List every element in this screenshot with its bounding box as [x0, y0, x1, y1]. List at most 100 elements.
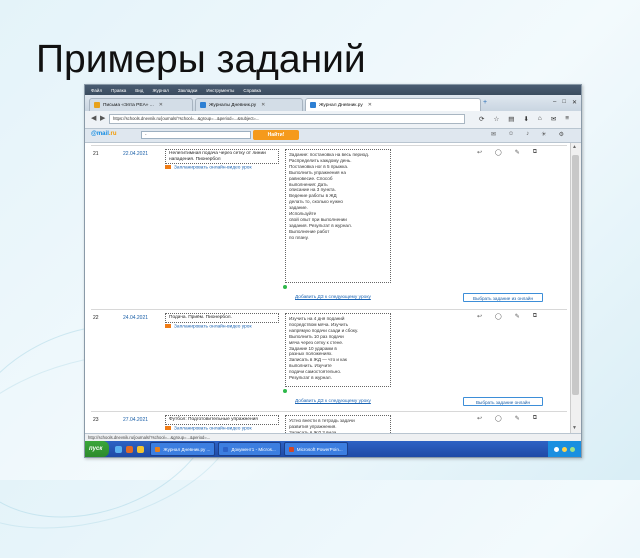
scroll-down-icon[interactable]: ▼	[572, 425, 577, 431]
window-close-icon[interactable]: ✕	[572, 99, 577, 106]
video-camera-icon	[165, 165, 171, 169]
mailru-search-button[interactable]: Найти!	[253, 130, 299, 140]
window-controls: – □ ✕	[553, 99, 577, 106]
menu-bookmarks[interactable]: Закладки	[178, 88, 197, 93]
menu-history[interactable]: Журнал	[152, 88, 168, 93]
reply-icon[interactable]: ↩	[477, 149, 482, 156]
mailru-search-input[interactable]: -	[141, 131, 251, 139]
menu-edit[interactable]: Правка	[111, 88, 126, 93]
tab-journals[interactable]: Журналы Дневник.ру ✕	[195, 98, 303, 111]
reply-icon[interactable]: ↩	[477, 313, 482, 320]
mailru-toolbar-icons: ✉ ☺ ♪ ☀ ⚙	[491, 131, 564, 138]
windows-taskbar: пуск Журнал Дневник.ру ... Документ1 - M…	[85, 441, 581, 457]
toolbar-icons: ⟳ ☆ ▤ ⬇ ⌂ ✉ ≡	[479, 115, 569, 123]
edit-icon[interactable]: ✎	[515, 149, 520, 156]
mailru-logo[interactable]: @mail.ru	[91, 131, 117, 137]
reply-icon[interactable]: ↩	[477, 415, 482, 422]
menu-help[interactable]: Справка	[243, 88, 261, 93]
schedule-video-link[interactable]: Запланировать онлайн-видео урок	[165, 165, 285, 171]
powerpoint-icon	[288, 446, 294, 452]
mailru-toolbar: @mail.ru - Найти! ✉ ☺ ♪ ☀ ⚙	[85, 129, 581, 143]
close-icon[interactable]: ✕	[368, 103, 372, 108]
minimize-icon[interactable]: –	[553, 99, 556, 106]
homework-text[interactable]: Задание: постановка на весь период. Расп…	[285, 149, 391, 283]
taskbar-item-word[interactable]: Документ1 - Micros...	[218, 442, 281, 456]
forward-arrow-icon[interactable]: ▶	[100, 114, 105, 122]
reader-icon[interactable]: ▤	[508, 115, 514, 123]
scroll-up-icon[interactable]: ▲	[572, 144, 577, 150]
people-icon[interactable]: ☺	[508, 131, 514, 138]
slide-title: Примеры заданий	[36, 38, 366, 81]
lesson-topic[interactable]: Футбол: Подготовительные упражнения	[165, 415, 279, 425]
menu-icon[interactable]: ≡	[565, 115, 569, 123]
weather-icon[interactable]: ☀	[541, 131, 546, 138]
taskbar-item-browser[interactable]: Журнал Дневник.ру ...	[150, 442, 216, 456]
tab-mail[interactable]: Письма «Эпта РЕА» ... ✕	[89, 98, 193, 111]
mail-icon	[94, 102, 100, 108]
lesson-date[interactable]: 27.04.2021	[123, 417, 148, 423]
row-action-icons: ↩ ◯ ✎ ⧉	[477, 149, 537, 156]
edit-icon[interactable]: ✎	[515, 313, 520, 320]
page-icon	[200, 102, 206, 108]
attach-icon[interactable]: ⧉	[533, 313, 537, 320]
choose-task-button[interactable]: Выбрать задание онлайн	[463, 397, 543, 406]
add-homework-link[interactable]: Добавить ДЗ к следующему уроку	[295, 295, 371, 300]
chat-icon[interactable]: ◯	[495, 313, 502, 320]
lesson-date[interactable]: 22.04.2021	[123, 151, 148, 157]
taskbar-item-powerpoint[interactable]: Microsoft PowerPoin...	[283, 442, 348, 456]
menu-tools[interactable]: Инструменты	[206, 88, 234, 93]
browser-icon[interactable]	[126, 445, 134, 453]
schedule-video-link[interactable]: Запланировать онлайн-видео урок	[165, 426, 285, 432]
maximize-icon[interactable]: □	[562, 99, 566, 106]
row-divider	[91, 309, 567, 310]
attach-icon[interactable]: ⧉	[533, 415, 537, 422]
settings-icon[interactable]: ⚙	[559, 131, 564, 138]
row-divider	[91, 411, 567, 412]
tab-journal-active[interactable]: Журнал Дневник.ру ✕	[305, 98, 481, 111]
desktop-icon[interactable]	[115, 445, 123, 453]
scroll-thumb[interactable]	[572, 155, 579, 395]
back-arrow-icon[interactable]: ◀	[91, 114, 96, 122]
new-tab-icon[interactable]: +	[483, 99, 487, 106]
firefox-icon	[155, 446, 161, 452]
browser-screenshot: Файл Правка Вид Журнал Закладки Инструме…	[84, 84, 582, 458]
letter-icon[interactable]: ✉	[491, 131, 496, 138]
word-icon	[223, 446, 229, 452]
star-icon[interactable]: ☆	[493, 115, 499, 123]
tray-icon[interactable]	[554, 446, 559, 452]
close-icon[interactable]: ✕	[261, 103, 265, 108]
tray-icon[interactable]	[570, 446, 575, 452]
status-dot	[283, 389, 287, 393]
folder-icon[interactable]	[137, 445, 145, 453]
edit-icon[interactable]: ✎	[515, 415, 520, 422]
homework-text[interactable]: Изучить на 4 дня поданий посредством мяч…	[285, 313, 391, 387]
schedule-video-link[interactable]: Запланировать онлайн-видео урок	[165, 324, 285, 330]
add-homework-link[interactable]: Добавить ДЗ к следующему уроку	[295, 399, 371, 404]
lesson-date[interactable]: 24.04.2021	[123, 315, 148, 321]
tab-label: Журнал Дневник.ру	[319, 102, 363, 108]
vertical-scrollbar[interactable]: ▲ ▼	[570, 143, 581, 441]
chat-icon[interactable]: ◯	[495, 415, 502, 422]
download-icon[interactable]: ⬇	[523, 115, 528, 123]
lesson-number: 23	[93, 417, 99, 423]
choose-task-button[interactable]: Выбрать задание из онлайн	[463, 293, 543, 302]
chat-icon[interactable]: ✉	[551, 115, 556, 123]
tray-icon[interactable]	[562, 446, 567, 452]
menu-view[interactable]: Вид	[135, 88, 143, 93]
attach-icon[interactable]: ⧉	[533, 149, 537, 156]
video-camera-icon	[165, 426, 171, 430]
chat-icon[interactable]: ◯	[495, 149, 502, 156]
lesson-topic[interactable]: Подача. Приём. Пионербол.	[165, 313, 279, 323]
tab-label: Журналы Дневник.ру	[209, 102, 257, 108]
bell-icon[interactable]: ♪	[526, 131, 529, 138]
address-bar[interactable]: https://schools.dnevnik.ru/journals/?sch…	[109, 114, 465, 124]
close-icon[interactable]: ✕	[159, 103, 163, 108]
journal-content: 21 22.04.2021 Нелегитимная подача через …	[85, 143, 571, 441]
home-icon[interactable]: ⌂	[538, 115, 542, 123]
menu-bar: Файл Правка Вид Журнал Закладки Инструме…	[85, 85, 581, 95]
reload-icon[interactable]: ⟳	[479, 115, 484, 123]
lesson-topic[interactable]: Нелегитимная подача через сетку от линии…	[165, 149, 279, 165]
start-button[interactable]: пуск	[85, 441, 110, 457]
menu-file[interactable]: Файл	[91, 88, 102, 93]
tab-bar: Письма «Эпта РЕА» ... ✕ Журналы Дневник.…	[85, 95, 581, 112]
